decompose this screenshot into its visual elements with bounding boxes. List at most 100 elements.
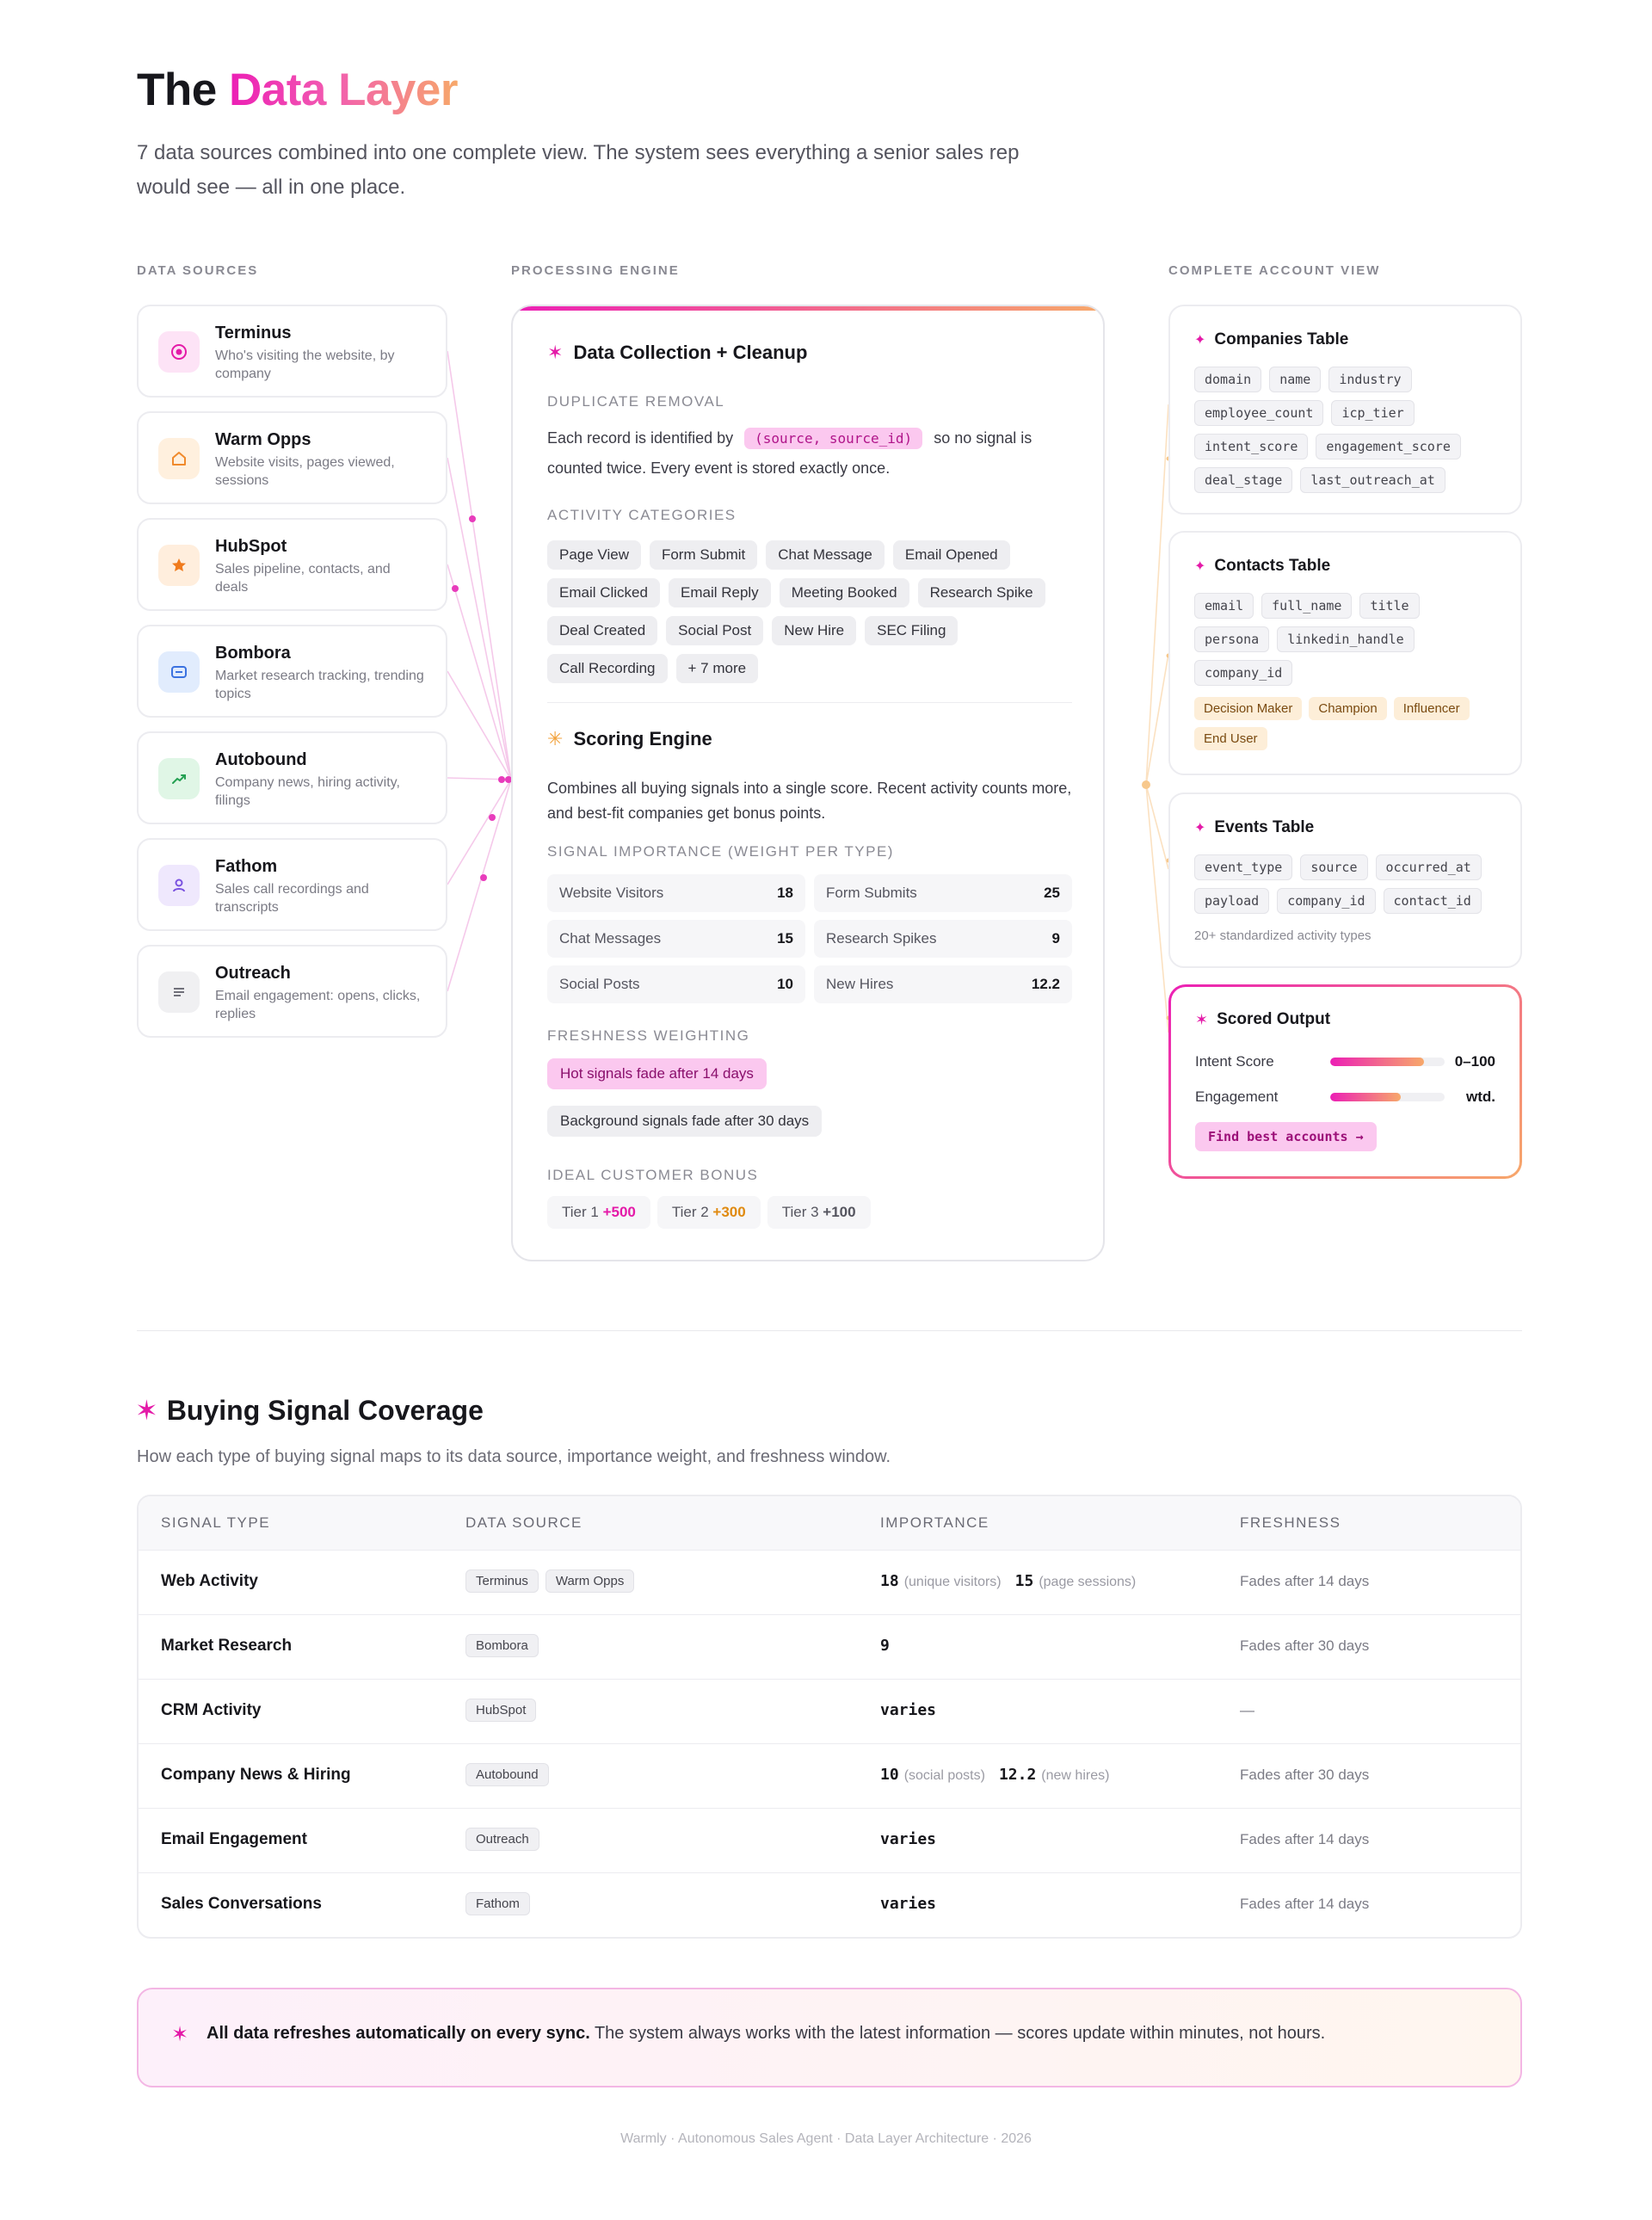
title-plain: The [137, 65, 217, 115]
activity-chip: Meeting Booked [779, 578, 909, 607]
processing-engine-card: ✶ Data Collection + Cleanup DUPLICATE RE… [511, 305, 1105, 1261]
scoring-text: Combines all buying signals into a singl… [547, 780, 1072, 822]
scored-output-heading: ✶ Scored Output [1195, 1010, 1330, 1029]
source-card-outreach: Outreach Email engagement: opens, clicks,… [137, 945, 447, 1038]
freshness-value: Fades after 30 days [1240, 1767, 1370, 1783]
tier-label: Tier 2 [671, 1204, 709, 1220]
source-card-hubspot: HubSpot Sales pipeline, contacts, and dea… [137, 518, 447, 611]
tier-label: Tier 1 [562, 1204, 599, 1220]
weight-value: 12.2 [1031, 976, 1060, 992]
activity-chip: SEC Filing [865, 616, 959, 645]
header-data-source: DATA SOURCE [465, 1514, 583, 1531]
dup-key-badge: (source, source_id) [744, 428, 923, 449]
duplicate-removal-label: DUPLICATE REMOVAL [547, 393, 725, 410]
banner-bold: All data refreshes automatically on ever… [206, 2024, 590, 2043]
field-chip: occurred_at [1375, 854, 1482, 880]
freshness-value: Fades after 14 days [1240, 1573, 1370, 1589]
events-note: 20+ standardized activity types [1194, 928, 1372, 943]
source-name: Outreach [215, 964, 291, 983]
companies-fields: domain name industryemployee_count icp_tier… [1194, 367, 1504, 501]
asterisk-icon: ✶ [1195, 1010, 1209, 1028]
activity-chip: Page View [547, 540, 641, 570]
data-source-cell: HubSpot [465, 1699, 543, 1722]
freshness-label: FRESHNESS WEIGHTING [547, 1027, 750, 1044]
engagement-label: Engagement [1195, 1088, 1279, 1105]
source-desc: Email engagement: opens, clicks, replies [215, 989, 421, 1021]
weight-row: Research Spikes 9 [814, 920, 1072, 958]
chat-icon [158, 651, 200, 693]
field-chip: contact_id [1383, 888, 1482, 914]
activity-chip: Call Recording [547, 654, 668, 683]
field-chip: name [1269, 367, 1322, 392]
section-divider [137, 1330, 1522, 1331]
table-row: Sales Conversations Fathom varies Fades aft… [139, 1873, 1520, 1937]
weights-label: SIGNAL IMPORTANCE (WEIGHT PER TYPE) [547, 843, 894, 860]
account-view-label: COMPLETE ACCOUNT VIEW [1168, 263, 1381, 278]
companies-table-card: ✦ Companies Table domain name industryempl… [1168, 305, 1522, 515]
field-chip: event_type [1194, 854, 1293, 880]
collection-heading: ✶ Data Collection + Cleanup [547, 342, 807, 364]
home-icon [158, 438, 200, 479]
events-fields: event_type source occurred_atpayload compan… [1194, 854, 1504, 922]
activity-chip: Social Post [666, 616, 764, 645]
activity-chip: + 7 more [675, 654, 759, 683]
field-chip: company_id [1277, 888, 1376, 914]
dup-text-1: Each record is identified by [547, 429, 734, 447]
output-connectors [1145, 404, 1169, 1033]
asterisk-icon: ✶ [547, 342, 564, 363]
field-chip: persona [1194, 626, 1270, 652]
field-chip: employee_count [1194, 400, 1324, 426]
engagement-fill [1330, 1093, 1402, 1101]
sparkle-icon: ✦ [1194, 333, 1206, 348]
icp-bonus-label: IDEAL CUSTOMER BONUS [547, 1167, 759, 1183]
find-best-accounts-button[interactable]: Find best accounts → [1195, 1122, 1377, 1151]
weight-value: 18 [777, 885, 793, 901]
field-chip: title [1359, 593, 1420, 619]
importance-qualifier: (new hires) [1041, 1768, 1110, 1783]
field-chip: company_id [1194, 660, 1293, 686]
engine-divider [547, 702, 1072, 703]
banner-rest: The system always works with the latest … [589, 2024, 1326, 2043]
data-source-cell: Outreach [465, 1828, 546, 1851]
source-connector-dots [452, 515, 512, 881]
importance-qualifier: (unique visitors) [903, 1575, 1002, 1589]
activity-chip: Deal Created [547, 616, 658, 645]
signal-type: Web Activity [161, 1572, 258, 1590]
field-chip: engagement_score [1316, 434, 1461, 459]
intent-score-range: 0–100 [1454, 1053, 1495, 1070]
intent-score-label: Intent Score [1195, 1053, 1274, 1070]
activity-chip: Email Opened [892, 540, 1010, 570]
field-chip: full_name [1261, 593, 1353, 619]
weight-label: Form Submits [826, 885, 917, 901]
activity-chip: Form Submit [649, 540, 758, 570]
signal-type: Sales Conversations [161, 1895, 322, 1913]
weight-value: 15 [777, 930, 793, 947]
importance-cell: varies [880, 1895, 950, 1913]
role-badge: Decision Maker [1194, 697, 1303, 720]
source-name: Bombora [215, 644, 291, 663]
intent-score-fill [1330, 1058, 1425, 1066]
weight-label: Research Spikes [826, 930, 937, 947]
signal-type: CRM Activity [161, 1701, 262, 1719]
events-table-card: ✦ Events Table event_type source occurred_… [1168, 792, 1522, 968]
duplicate-removal-text: Each record is identified by (source, so… [547, 423, 1072, 483]
data-sources-label: DATA SOURCES [137, 263, 259, 278]
weight-row: New Hires 12.2 [814, 965, 1072, 1003]
sparkle-icon: ✦ [1194, 559, 1206, 574]
signal-type: Market Research [161, 1637, 293, 1655]
field-chip: payload [1194, 888, 1270, 914]
source-connectors [447, 350, 512, 992]
source-tag: HubSpot [465, 1699, 537, 1722]
importance-cell: varies [880, 1701, 950, 1719]
signal-type: Company News & Hiring [161, 1766, 351, 1784]
source-card-warm-opps: Warm Opps Website visits, pages viewed, s… [137, 411, 447, 504]
activity-chip: Chat Message [766, 540, 885, 570]
contacts-table-card: ✦ Contacts Table email full_name title pers… [1168, 531, 1522, 775]
source-card-fathom: Fathom Sales call recordings and transcri… [137, 838, 447, 931]
field-chip: industry [1328, 367, 1412, 392]
importance-value: varies [880, 1895, 937, 1913]
tier-chip: Tier 3 +100 [767, 1196, 871, 1229]
weight-value: 9 [1051, 930, 1060, 947]
field-chip: icp_tier [1331, 400, 1415, 426]
scoring-title: Scoring Engine [573, 728, 712, 749]
